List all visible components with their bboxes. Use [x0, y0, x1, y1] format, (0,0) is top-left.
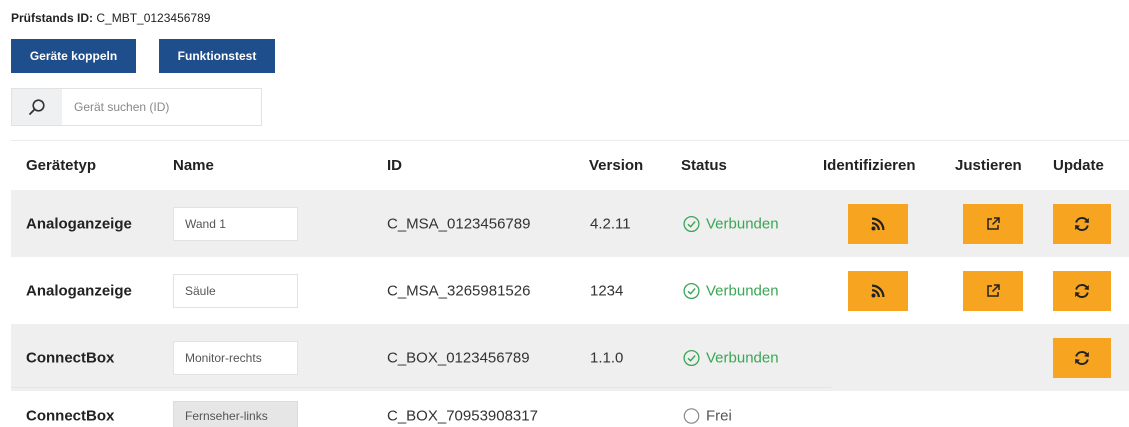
header-device-type: Gerätetyp [26, 157, 97, 174]
station-id-value: C_MBT_0123456789 [96, 11, 211, 25]
status-badge: Verbunden [683, 349, 779, 366]
device-type: Analoganzeige [26, 215, 132, 232]
status-text: Frei [706, 407, 732, 425]
rss-icon [871, 217, 885, 230]
check-circle-icon [683, 215, 700, 232]
device-name-input[interactable]: Fernseher-links [173, 401, 298, 427]
search-box [11, 88, 262, 126]
external-link-icon [987, 283, 1000, 297]
update-button[interactable] [1053, 203, 1111, 244]
pair-devices-button[interactable]: Geräte koppeln [11, 39, 136, 73]
device-name-input[interactable]: Wand 1 [173, 206, 298, 241]
status-badge: Verbunden [683, 282, 779, 299]
update-button[interactable] [1053, 270, 1111, 311]
device-type: ConnectBox [26, 407, 115, 425]
rss-icon [871, 284, 885, 297]
status-text: Verbunden [706, 215, 779, 232]
device-version: 4.2.11 [590, 215, 631, 232]
station-id-label: Prüfstands ID: [11, 11, 94, 25]
check-circle-icon [683, 349, 700, 366]
refresh-icon [1075, 216, 1089, 231]
table-row: ConnectBox Fernseher-links C_BOX_7095390… [11, 391, 1129, 427]
header-name: Name [173, 157, 214, 174]
header-update: Update [1053, 157, 1104, 174]
identify-button[interactable] [848, 270, 908, 311]
empty-circle-icon [683, 408, 700, 424]
status-badge: Verbunden [683, 215, 779, 232]
header-version: Version [589, 157, 644, 174]
identify-button[interactable] [848, 203, 908, 244]
adjust-button[interactable] [963, 270, 1023, 311]
search-icon[interactable] [12, 89, 62, 125]
header-id: ID [387, 157, 402, 174]
header-adjust: Justieren [955, 157, 1022, 174]
header-status: Status [681, 157, 727, 174]
status-text: Verbunden [706, 349, 779, 366]
table-row: ConnectBox Monitor-rechts C_BOX_01234567… [11, 324, 1129, 391]
device-id: C_MSA_0123456789 [387, 215, 531, 232]
table-row: Analoganzeige Säule C_MSA_3265981526 123… [11, 257, 1129, 324]
external-link-icon [987, 216, 1000, 230]
device-id: C_MSA_3265981526 [387, 282, 531, 299]
station-id: Prüfstands ID: C_MBT_0123456789 [11, 11, 210, 25]
device-type: Analoganzeige [26, 282, 132, 299]
refresh-icon [1075, 283, 1089, 298]
devices-table: Gerätetyp Name ID Version Status Identif… [11, 140, 1129, 427]
table-header: Gerätetyp Name ID Version Status Identif… [11, 140, 1129, 190]
status-text: Verbunden [706, 282, 779, 299]
refresh-icon [1075, 350, 1089, 365]
function-test-button[interactable]: Funktionstest [159, 39, 275, 73]
device-id: C_BOX_0123456789 [387, 349, 530, 366]
update-button[interactable] [1053, 337, 1111, 378]
device-name-input[interactable]: Monitor-rechts [173, 340, 298, 375]
device-type: ConnectBox [26, 349, 115, 366]
adjust-button[interactable] [963, 203, 1023, 244]
check-circle-icon [683, 282, 700, 299]
device-version: 1234 [590, 282, 624, 299]
device-version: 1.1.0 [590, 349, 624, 366]
header-identify: Identifizieren [823, 157, 916, 174]
search-input[interactable] [62, 89, 261, 125]
device-id: C_BOX_70953908317 [387, 407, 538, 425]
table-row: Analoganzeige Wand 1 C_MSA_0123456789 4.… [11, 190, 1129, 257]
device-name-input[interactable]: Säule [173, 273, 298, 308]
table-divider [11, 387, 831, 388]
status-badge: Frei [683, 408, 732, 425]
